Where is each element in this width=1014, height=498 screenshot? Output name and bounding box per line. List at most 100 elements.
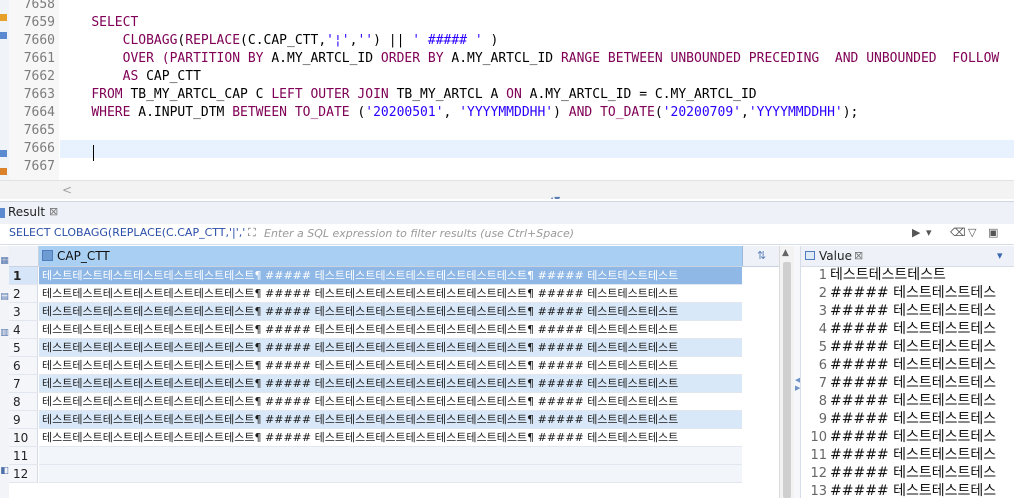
row-number[interactable]: 10: [9, 429, 38, 447]
value-line[interactable]: 1 테스트테스트테스트: [801, 266, 1014, 284]
table-row[interactable]: 6 테스트테스트테스트테스트테스트테스트테스트¶ ##### 테스트테스트테스트테…: [9, 357, 779, 375]
table-row[interactable]: 2 테스트테스트테스트테스트테스트테스트테스트¶ ##### 테스트테스트테스트테…: [9, 285, 779, 303]
table-row[interactable]: 1 테스트테스트테스트테스트테스트테스트테스트¶ ##### 테스트테스트테스트테…: [9, 267, 779, 285]
value-panel-tab-label[interactable]: Value: [819, 249, 852, 263]
value-line[interactable]: 10 ##### 테스트테스트테스: [801, 428, 1014, 446]
code-line[interactable]: CLOBAGG(REPLACE(C.CAP_CTT,'¦','') || ' #…: [60, 32, 499, 50]
scroll-left-icon[interactable]: <: [62, 183, 72, 197]
line-number: 7658: [23, 0, 55, 12]
code-line[interactable]: [60, 140, 1014, 158]
table-cell[interactable]: 테스트테스트테스트테스트테스트테스트테스트¶ ##### 테스트테스트테스트테스…: [39, 429, 742, 447]
record-view-icon[interactable]: ▥: [0, 328, 9, 338]
table-cell[interactable]: 테스트테스트테스트테스트테스트테스트테스트¶ ##### 테스트테스트테스트테스…: [39, 339, 742, 357]
table-row[interactable]: 7 테스트테스트테스트테스트테스트테스트테스트¶ ##### 테스트테스트테스트테…: [9, 375, 779, 393]
table-cell[interactable]: 테스트테스트테스트테스트테스트테스트테스트¶ ##### 테스트테스트테스트테스…: [39, 303, 742, 321]
table-row[interactable]: 11: [9, 447, 779, 465]
table-cell[interactable]: [39, 465, 742, 483]
value-line[interactable]: 7 ##### 테스트테스트테스: [801, 374, 1014, 392]
value-line[interactable]: 6 ##### 테스트테스트테스: [801, 356, 1014, 374]
sql-token: ) ||: [373, 33, 413, 48]
result-tab-label[interactable]: Result: [8, 205, 45, 219]
value-line-number: 10: [810, 430, 827, 445]
panels-icon[interactable]: ◧: [0, 466, 9, 476]
value-line[interactable]: 12 ##### 테스트테스트테스: [801, 464, 1014, 482]
row-number[interactable]: 11: [9, 447, 38, 465]
sql-keyword: FROM: [91, 87, 123, 102]
sql-keyword: WHERE: [91, 105, 131, 120]
table-cell[interactable]: 테스트테스트테스트테스트테스트테스트테스트¶ ##### 테스트테스트테스트테스…: [39, 411, 742, 429]
result-grid[interactable]: CAP_CTT ⇅ 1 테스트테스트테스트테스트테스트테스트테스트¶ ##### …: [9, 246, 779, 498]
value-line[interactable]: 9 ##### 테스트테스트테스: [801, 410, 1014, 428]
grid-vertical-scrollbar[interactable]: ▲: [779, 246, 794, 498]
editor-horizontal-scrollbar[interactable]: <: [0, 180, 1014, 199]
row-number[interactable]: 4: [9, 321, 38, 339]
row-number[interactable]: 5: [9, 339, 38, 357]
row-number[interactable]: 2: [9, 285, 38, 303]
value-line-number: 4: [818, 322, 827, 337]
value-line-text: ##### 테스트테스트테스: [830, 321, 997, 337]
value-line[interactable]: 3 ##### 테스트테스트테스: [801, 302, 1014, 320]
row-number[interactable]: 9: [9, 411, 38, 429]
value-line[interactable]: 2 ##### 테스트테스트테스: [801, 284, 1014, 302]
value-line[interactable]: 8 ##### 테스트테스트테스: [801, 392, 1014, 410]
row-number[interactable]: 1: [9, 267, 38, 285]
close-icon[interactable]: ⊠: [854, 249, 863, 262]
table-cell[interactable]: 테스트테스트테스트테스트테스트테스트테스트¶ ##### 테스트테스트테스트테스…: [39, 267, 742, 285]
table-row[interactable]: 4 테스트테스트테스트테스트테스트테스트테스트¶ ##### 테스트테스트테스트테…: [9, 321, 779, 339]
panel-menu-icon[interactable]: ▾: [997, 249, 1003, 262]
table-row[interactable]: 10 테스트테스트테스트테스트테스트테스트테스트¶ ##### 테스트테스트테스트…: [9, 429, 779, 447]
table-cell[interactable]: 테스트테스트테스트테스트테스트테스트테스트¶ ##### 테스트테스트테스트테스…: [39, 357, 742, 375]
row-number[interactable]: 7: [9, 375, 38, 393]
value-line[interactable]: 4 ##### 테스트테스트테스: [801, 320, 1014, 338]
expand-icon[interactable]: ⛶: [248, 226, 256, 240]
scrollbar-thumb[interactable]: [783, 262, 791, 498]
table-row[interactable]: 3 테스트테스트테스트테스트테스트테스트테스트¶ ##### 테스트테스트테스트테…: [9, 303, 779, 321]
maximize-arrows-icon[interactable]: ▲▼: [549, 195, 560, 199]
table-row[interactable]: 12: [9, 465, 779, 483]
result-tab-icon: [0, 208, 5, 218]
code-line[interactable]: OVER (PARTITION BY A.MY_ARTCL_ID ORDER B…: [60, 50, 1000, 68]
code-line[interactable]: AS CAP_CTT: [60, 68, 201, 86]
dropdown-icon[interactable]: ▾: [926, 226, 932, 239]
code-line[interactable]: SELECT: [60, 14, 138, 32]
sql-editor[interactable]: 7658 7659 7660 7661 7662 7663 7664 7665 7666 7667…: [0, 0, 1014, 199]
table-cell[interactable]: 테스트테스트테스트테스트테스트테스트테스트¶ ##### 테스트테스트테스트테스…: [39, 375, 742, 393]
sql-token: ): [553, 105, 569, 120]
value-line-number: 6: [818, 358, 827, 373]
table-row[interactable]: 5 테스트테스트테스트테스트테스트테스트테스트¶ ##### 테스트테스트테스트테…: [9, 339, 779, 357]
play-icon[interactable]: ▶: [912, 226, 920, 239]
filter-icon[interactable]: ▽: [968, 226, 976, 239]
text-view-icon[interactable]: ▤: [0, 292, 9, 302]
close-icon[interactable]: ⊠: [49, 205, 58, 218]
sort-icon[interactable]: ⇅: [757, 249, 766, 262]
grid-view-icon[interactable]: ▦: [0, 256, 9, 266]
row-number[interactable]: 6: [9, 357, 38, 375]
query-text-label[interactable]: SELECT CLOBAGG(REPLACE(C.CAP_CTT,'|',': [9, 226, 245, 239]
code-area[interactable]: SELECT CLOBAGG(REPLACE(C.CAP_CTT,'¦','')…: [60, 0, 1014, 180]
table-cell[interactable]: 테스트테스트테스트테스트테스트테스트테스트¶ ##### 테스트테스트테스트테스…: [39, 393, 742, 411]
value-line-number: 3: [818, 304, 827, 319]
value-line[interactable]: 5 ##### 테스트테스트테스: [801, 338, 1014, 356]
table-row[interactable]: 8 테스트테스트테스트테스트테스트테스트테스트¶ ##### 테스트테스트테스트테…: [9, 393, 779, 411]
value-line-text: ##### 테스트테스트테스: [830, 447, 997, 463]
filter-bar: SELECT CLOBAGG(REPLACE(C.CAP_CTT,'|',' ⛶…: [0, 224, 1014, 245]
row-number-header[interactable]: [9, 246, 39, 266]
scroll-up-icon[interactable]: ▲: [782, 248, 789, 258]
code-line[interactable]: WHERE A.INPUT_DTM BETWEEN TO_DATE ('2020…: [60, 104, 858, 122]
row-number[interactable]: 12: [9, 465, 38, 483]
eraser-icon[interactable]: ⌫: [950, 226, 966, 239]
column-header-label: CAP_CTT: [57, 249, 110, 263]
column-header-cap-ctt[interactable]: CAP_CTT ⇅: [39, 246, 766, 266]
line-number-ruler: 7658 7659 7660 7661 7662 7663 7664 7665 7666 7667: [9, 0, 59, 180]
code-line[interactable]: FROM TB_MY_ARTCL_CAP C LEFT OUTER JOIN T…: [60, 86, 756, 104]
row-number[interactable]: 3: [9, 303, 38, 321]
table-cell[interactable]: 테스트테스트테스트테스트테스트테스트테스트¶ ##### 테스트테스트테스트테스…: [39, 321, 742, 339]
table-row[interactable]: 9 테스트테스트테스트테스트테스트테스트테스트¶ ##### 테스트테스트테스트테…: [9, 411, 779, 429]
row-number[interactable]: 8: [9, 393, 38, 411]
table-cell[interactable]: 테스트테스트테스트테스트테스트테스트테스트¶ ##### 테스트테스트테스트테스…: [39, 285, 742, 303]
value-line[interactable]: 11 ##### 테스트테스트테스: [801, 446, 1014, 464]
save-icon[interactable]: ▣: [988, 226, 998, 239]
table-cell[interactable]: [39, 447, 742, 465]
value-line[interactable]: 13 ##### 테스트테스트테스: [801, 482, 1014, 498]
filter-input[interactable]: [264, 225, 904, 242]
